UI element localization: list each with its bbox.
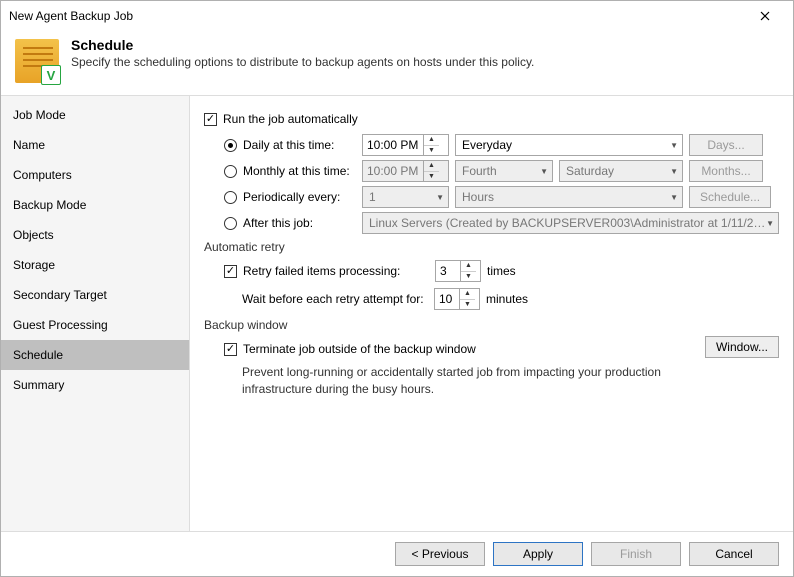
daily-time-spin[interactable]: ▲▼: [423, 135, 439, 155]
finish-button: Finish: [591, 542, 681, 566]
daily-recurrence-dropdown[interactable]: Everyday▼: [455, 134, 683, 156]
veeam-badge-icon: V: [41, 65, 61, 85]
sidebar-item-schedule[interactable]: Schedule: [1, 340, 189, 370]
retry-times-input[interactable]: ▲▼: [435, 260, 481, 282]
sidebar-item-guest-processing[interactable]: Guest Processing: [1, 310, 189, 340]
periodic-unit-dropdown: Hours▼: [455, 186, 683, 208]
daily-time-input[interactable]: ▲▼: [362, 134, 449, 156]
chevron-down-icon: ▼: [670, 193, 678, 202]
retry-times-field[interactable]: [436, 264, 460, 278]
chevron-down-icon: ▼: [540, 167, 548, 176]
radio-after-job-dot: [224, 217, 237, 230]
retry-times-unit: times: [487, 264, 516, 278]
chevron-down-icon: ▼: [436, 193, 444, 202]
retry-wait-input[interactable]: ▲▼: [434, 288, 480, 310]
sidebar-item-storage[interactable]: Storage: [1, 250, 189, 280]
sidebar-item-name[interactable]: Name: [1, 130, 189, 160]
wizard-steps-sidebar: Job Mode Name Computers Backup Mode Obje…: [1, 96, 190, 531]
section-backup-window: Backup window: [204, 318, 779, 332]
wizard-footer: < Previous Apply Finish Cancel: [1, 531, 793, 576]
cancel-button[interactable]: Cancel: [689, 542, 779, 566]
sidebar-item-computers[interactable]: Computers: [1, 160, 189, 190]
monthly-time-spin: ▲▼: [423, 161, 439, 181]
close-icon: [760, 11, 770, 21]
retry-wait-field[interactable]: [435, 292, 459, 306]
schedule-button: Schedule...: [689, 186, 771, 208]
page-subtitle: Specify the scheduling options to distri…: [71, 55, 534, 69]
radio-monthly-label: Monthly at this time:: [243, 164, 350, 178]
retry-wait-unit: minutes: [486, 292, 528, 306]
sidebar-item-job-mode[interactable]: Job Mode: [1, 100, 189, 130]
monthly-ordinal-dropdown: Fourth▼: [455, 160, 553, 182]
monthly-time-input[interactable]: ▲▼: [362, 160, 449, 182]
radio-daily-dot: [224, 139, 237, 152]
terminate-description: Prevent long-running or accidentally sta…: [242, 364, 695, 398]
radio-periodically-dot: [224, 191, 237, 204]
retry-label: Retry failed items processing:: [243, 264, 435, 278]
after-job-dropdown: Linux Servers (Created by BACKUPSERVER00…: [362, 212, 779, 234]
radio-after-job[interactable]: After this job:: [224, 216, 356, 230]
radio-daily[interactable]: Daily at this time:: [224, 138, 356, 152]
retry-checkbox[interactable]: [224, 265, 237, 278]
retry-wait-spin[interactable]: ▲▼: [459, 289, 475, 309]
schedule-page-icon: V: [13, 37, 61, 85]
wizard-header: V Schedule Specify the scheduling option…: [1, 31, 793, 96]
close-button[interactable]: [745, 2, 785, 30]
chevron-down-icon: ▼: [670, 167, 678, 176]
radio-monthly[interactable]: Monthly at this time:: [224, 164, 356, 178]
sidebar-item-secondary-target[interactable]: Secondary Target: [1, 280, 189, 310]
title-bar: New Agent Backup Job: [1, 1, 793, 31]
monthly-time-field: [363, 164, 423, 178]
run-automatically-checkbox[interactable]: [204, 113, 217, 126]
periodic-number-dropdown: 1▼: [362, 186, 449, 208]
previous-button[interactable]: < Previous: [395, 542, 485, 566]
radio-periodically-label: Periodically every:: [243, 190, 340, 204]
radio-daily-label: Daily at this time:: [243, 138, 334, 152]
radio-after-job-label: After this job:: [243, 216, 313, 230]
radio-monthly-dot: [224, 165, 237, 178]
run-automatically-label: Run the job automatically: [223, 112, 358, 126]
retry-times-spin[interactable]: ▲▼: [460, 261, 476, 281]
sidebar-item-backup-mode[interactable]: Backup Mode: [1, 190, 189, 220]
chevron-down-icon: ▼: [670, 141, 678, 150]
window-title: New Agent Backup Job: [9, 9, 745, 23]
chevron-down-icon: ▼: [766, 219, 774, 228]
sidebar-item-objects[interactable]: Objects: [1, 220, 189, 250]
apply-button[interactable]: Apply: [493, 542, 583, 566]
window-button[interactable]: Window...: [705, 336, 779, 358]
sidebar-item-summary[interactable]: Summary: [1, 370, 189, 400]
months-button: Months...: [689, 160, 763, 182]
radio-periodically[interactable]: Periodically every:: [224, 190, 356, 204]
daily-time-field[interactable]: [363, 138, 423, 152]
terminate-checkbox[interactable]: [224, 343, 237, 356]
page-title: Schedule: [71, 37, 534, 53]
section-automatic-retry: Automatic retry: [204, 240, 779, 254]
terminate-label: Terminate job outside of the backup wind…: [243, 342, 476, 356]
retry-wait-label: Wait before each retry attempt for:: [242, 292, 434, 306]
days-button[interactable]: Days...: [689, 134, 763, 156]
monthly-weekday-dropdown: Saturday▼: [559, 160, 683, 182]
main-panel: Run the job automatically Daily at this …: [190, 96, 793, 531]
